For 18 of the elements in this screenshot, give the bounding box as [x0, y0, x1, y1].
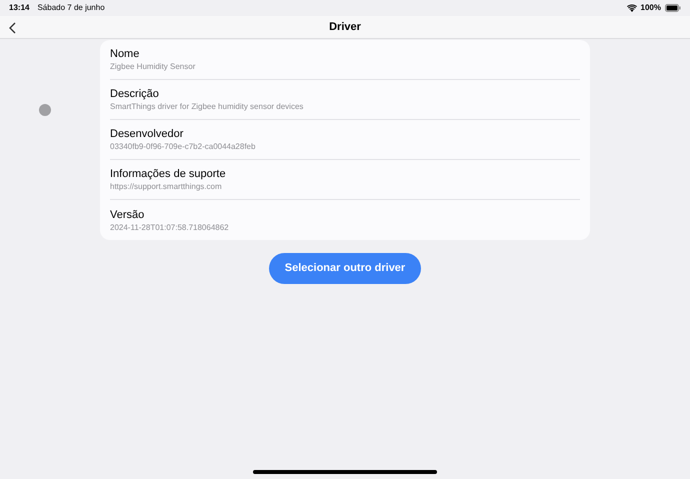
detail-label: Informações de suporte: [110, 167, 227, 181]
battery-icon: [665, 4, 681, 12]
battery-percent: 100%: [640, 2, 661, 14]
wifi-icon: [626, 4, 637, 12]
back-icon: [8, 22, 16, 34]
page-title: Driver: [329, 20, 361, 35]
detail-value: Zigbee Humidity Sensor: [110, 61, 196, 72]
status-date: Sábado 7 de junho: [37, 2, 105, 14]
detail-value: 03340fb9-0f96-709e-c7b2-ca0044a28feb: [110, 141, 256, 152]
detail-label: Desenvolvedor: [110, 127, 184, 141]
status-time: 13:14: [9, 2, 30, 14]
detail-value: 2024-11-28T01:07:58.718064862: [110, 222, 230, 232]
detail-value: https://support.smartthings.com: [110, 181, 223, 192]
detail-label: Versão: [110, 208, 146, 222]
select-driver-button[interactable]: Selecionar outro driver: [269, 253, 421, 284]
detail-value: SmartThings driver for Zigbee humidity sensor devices: [110, 101, 304, 112]
detail-label: Descrição: [110, 87, 160, 101]
detail-label: Nome: [110, 47, 140, 61]
